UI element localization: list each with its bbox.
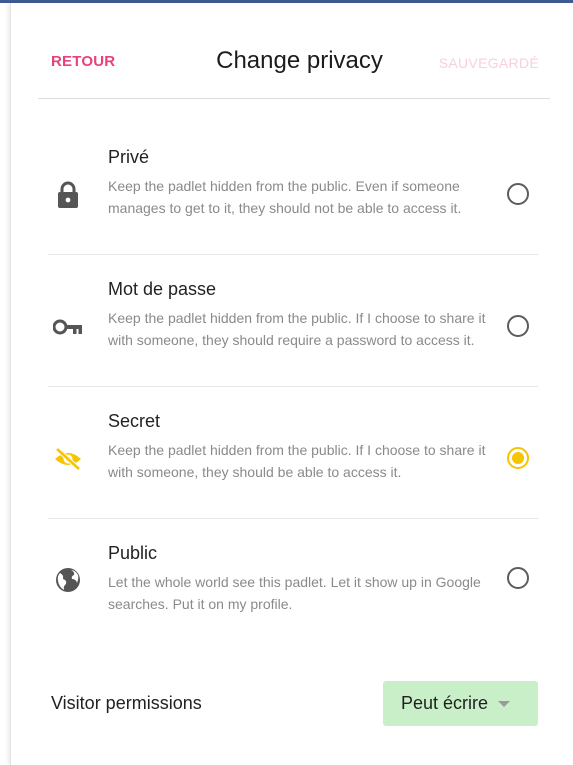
option-title: Secret [108, 411, 161, 431]
radio-secret[interactable] [507, 447, 529, 469]
eye-off-icon [51, 442, 85, 476]
globe-icon [51, 563, 85, 597]
privacy-option-password[interactable]: Mot de passe Keep the padlet hidden from… [11, 255, 572, 387]
option-description: Let the whole world see this padlet. Let… [108, 574, 481, 612]
option-title: Privé [108, 147, 150, 167]
option-title: Public [108, 543, 158, 563]
radio-password[interactable] [507, 315, 529, 337]
chevron-down-icon [498, 700, 511, 707]
option-description: Keep the padlet hidden from the public. … [108, 442, 486, 480]
privacy-option-private[interactable]: Privé Keep the padlet hidden from the pu… [11, 123, 572, 255]
privacy-option-public[interactable]: Public Let the whole world see this padl… [11, 519, 572, 629]
key-icon [51, 310, 85, 344]
option-description: Keep the padlet hidden from the public. … [108, 178, 462, 216]
visitor-permissions-value: Peut écrire [401, 693, 489, 713]
radio-private[interactable] [507, 183, 529, 205]
option-title: Mot de passe [108, 279, 217, 299]
visitor-permissions-label: Visitor permissions [51, 693, 202, 713]
radio-public[interactable] [507, 567, 529, 589]
visitor-permissions-row: Visitor permissions Peut écrire [11, 679, 572, 729]
lock-icon [51, 178, 85, 212]
save-button: SAUVEGARDÉ [438, 55, 539, 71]
privacy-option-secret[interactable]: Secret Keep the padlet hidden from the p… [11, 387, 572, 519]
header-divider [38, 98, 550, 99]
option-description: Keep the padlet hidden from the public. … [108, 310, 486, 348]
privacy-panel: RETOUR Change privacy SAUVEGARDÉ Privé K… [10, 3, 572, 765]
privacy-options: Privé Keep the padlet hidden from the pu… [11, 123, 572, 629]
panel-header: RETOUR Change privacy SAUVEGARDÉ [11, 3, 572, 98]
visitor-permissions-dropdown[interactable]: Peut écrire [383, 681, 538, 726]
